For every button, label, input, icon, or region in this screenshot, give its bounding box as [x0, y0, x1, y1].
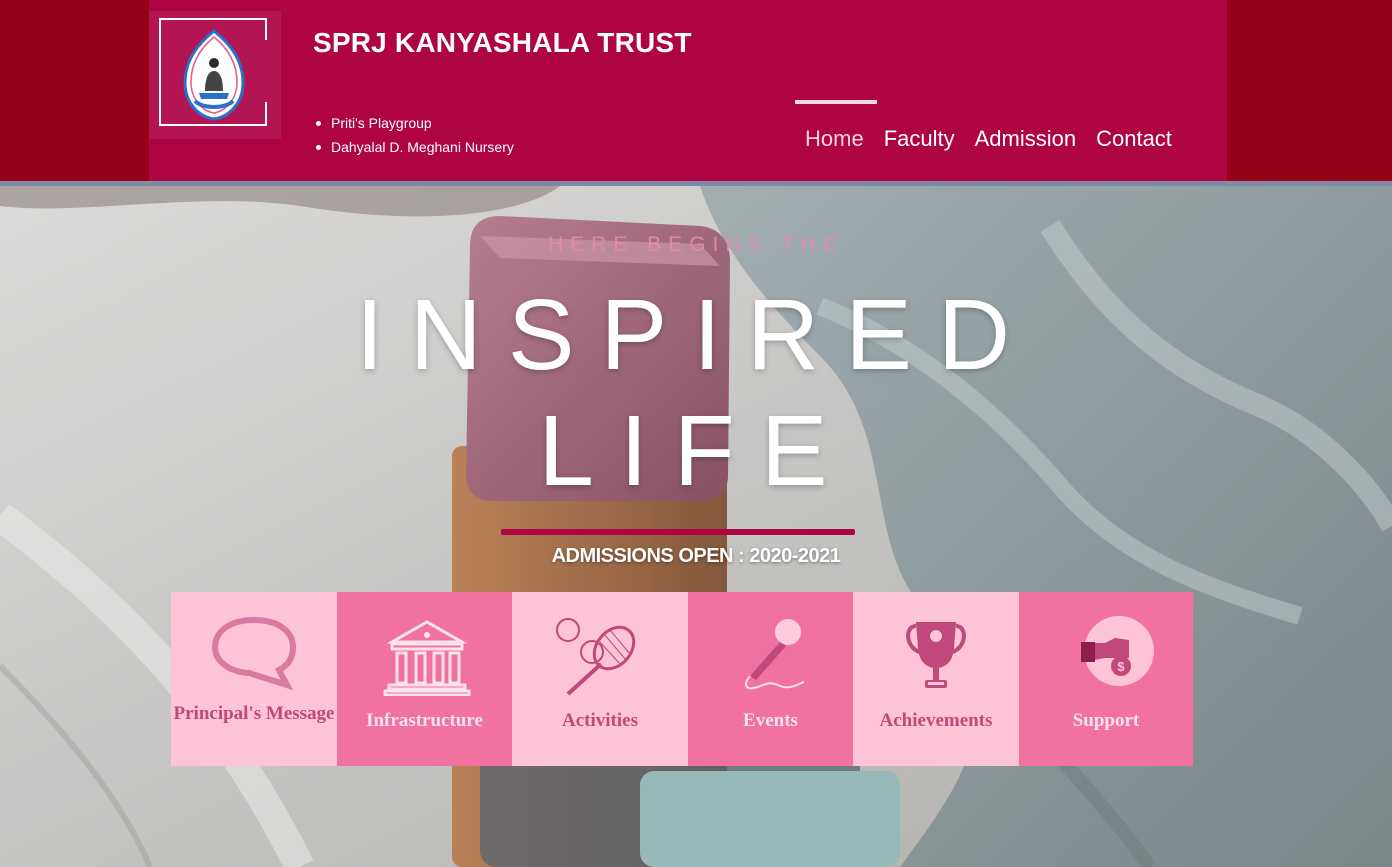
speech-bubble-icon: [211, 616, 297, 691]
tennis-icon: [556, 618, 636, 696]
tile-label: Support: [1072, 710, 1140, 731]
tile-label: Principal's Message: [173, 703, 335, 724]
nav-faculty[interactable]: Faculty: [874, 124, 965, 154]
trophy-icon: [906, 622, 966, 688]
hero-eyebrow: HERE BEGINS THE: [548, 233, 844, 256]
school-list-item: Priti's Playgroup: [313, 112, 514, 136]
tile-infrastructure[interactable]: Infrastructure: [337, 592, 512, 766]
school-list: Priti's Playgroup Dahyalal D. Meghani Nu…: [313, 112, 514, 160]
microphone-icon: [745, 619, 805, 690]
donation-icon: $: [1081, 616, 1154, 686]
svg-text:$: $: [1117, 659, 1125, 674]
nav-contact[interactable]: Contact: [1086, 124, 1182, 154]
quick-links: Principal's Message Infrastructure Activ…: [171, 592, 1193, 766]
tile-events[interactable]: Events: [688, 592, 853, 766]
main-nav: Home Faculty Admission Contact: [795, 100, 1182, 154]
school-emblem-icon: [183, 29, 245, 121]
hero-headline-line2: LIFE: [538, 395, 854, 507]
hero-headline-line1: INSPIRED: [355, 279, 1037, 391]
site-title[interactable]: SPRJ KANYASHALA TRUST: [313, 27, 692, 59]
nav-home[interactable]: Home: [795, 100, 877, 154]
school-list-item: Dahyalal D. Meghani Nursery: [313, 136, 514, 160]
tile-label: Infrastructure: [366, 710, 483, 731]
tile-support[interactable]: $ Support: [1019, 592, 1193, 766]
hero-section: HERE BEGINS THE INSPIRED LIFE ADMISSIONS…: [0, 186, 1392, 867]
tile-label: Achievements: [879, 710, 993, 731]
tile-activities[interactable]: Activities: [512, 592, 688, 766]
tile-principals-message[interactable]: Principal's Message: [171, 592, 337, 766]
tile-achievements[interactable]: Achievements: [853, 592, 1019, 766]
building-icon: [383, 620, 471, 696]
admissions-banner: ADMISSIONS OPEN : 2020-2021: [551, 545, 841, 567]
tile-label: Events: [743, 710, 798, 731]
nav-admission[interactable]: Admission: [965, 124, 1086, 154]
hero-accent-bar: [501, 529, 855, 535]
logo[interactable]: [149, 11, 281, 139]
tile-label: Activities: [562, 710, 638, 731]
